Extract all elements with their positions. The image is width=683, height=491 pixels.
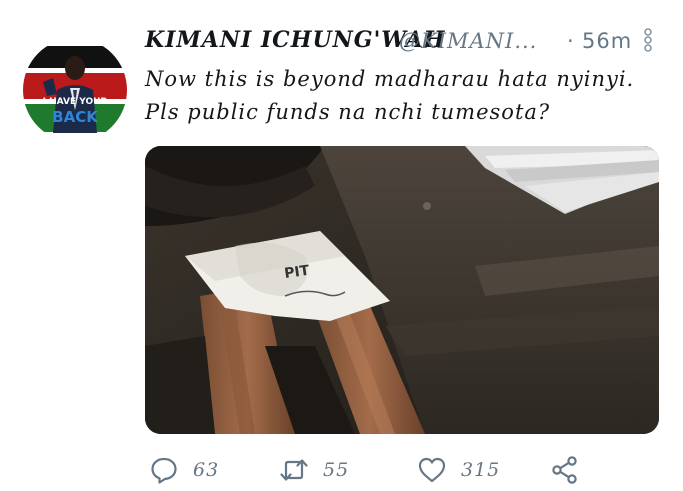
user-handle[interactable]: @KIMANI... xyxy=(399,29,537,53)
like-button[interactable]: 315 xyxy=(417,454,500,486)
avatar-text-1: I HAVE YOUR xyxy=(43,97,108,107)
reply-icon xyxy=(151,457,177,484)
share-icon xyxy=(552,456,577,484)
retweet-icon xyxy=(280,459,308,481)
more-vertical-icon xyxy=(644,28,652,52)
tweet-card[interactable]: I HAVE YOUR BACK KIMANI ICHUNG'WAH @KIMA… xyxy=(0,0,683,491)
timestamp[interactable]: 56m xyxy=(582,29,632,53)
like-count: 315 xyxy=(461,459,501,481)
avatar[interactable]: I HAVE YOUR BACK xyxy=(23,38,127,142)
retweet-button[interactable]: 55 xyxy=(279,454,349,486)
reply-count: 63 xyxy=(193,459,220,481)
separator-dot: · xyxy=(567,29,574,53)
more-options-button[interactable] xyxy=(641,25,655,55)
avatar-text-2: BACK xyxy=(52,108,99,126)
tweet-text: Now this is beyond madharau hata nyinyi.… xyxy=(145,67,635,124)
tweet-actions: 63 55 315 xyxy=(145,454,625,486)
avatar-image: I HAVE YOUR BACK xyxy=(23,38,127,142)
share-button[interactable] xyxy=(550,454,580,486)
tweet-media[interactable]: PIT xyxy=(145,146,659,434)
retweet-count: 55 xyxy=(323,459,350,481)
media-photo: PIT xyxy=(145,146,659,434)
heart-icon xyxy=(418,457,446,483)
tweet-header: KIMANI ICHUNG'WAH @KIMANI... · 56m xyxy=(145,25,655,59)
reply-button[interactable]: 63 xyxy=(149,454,219,486)
